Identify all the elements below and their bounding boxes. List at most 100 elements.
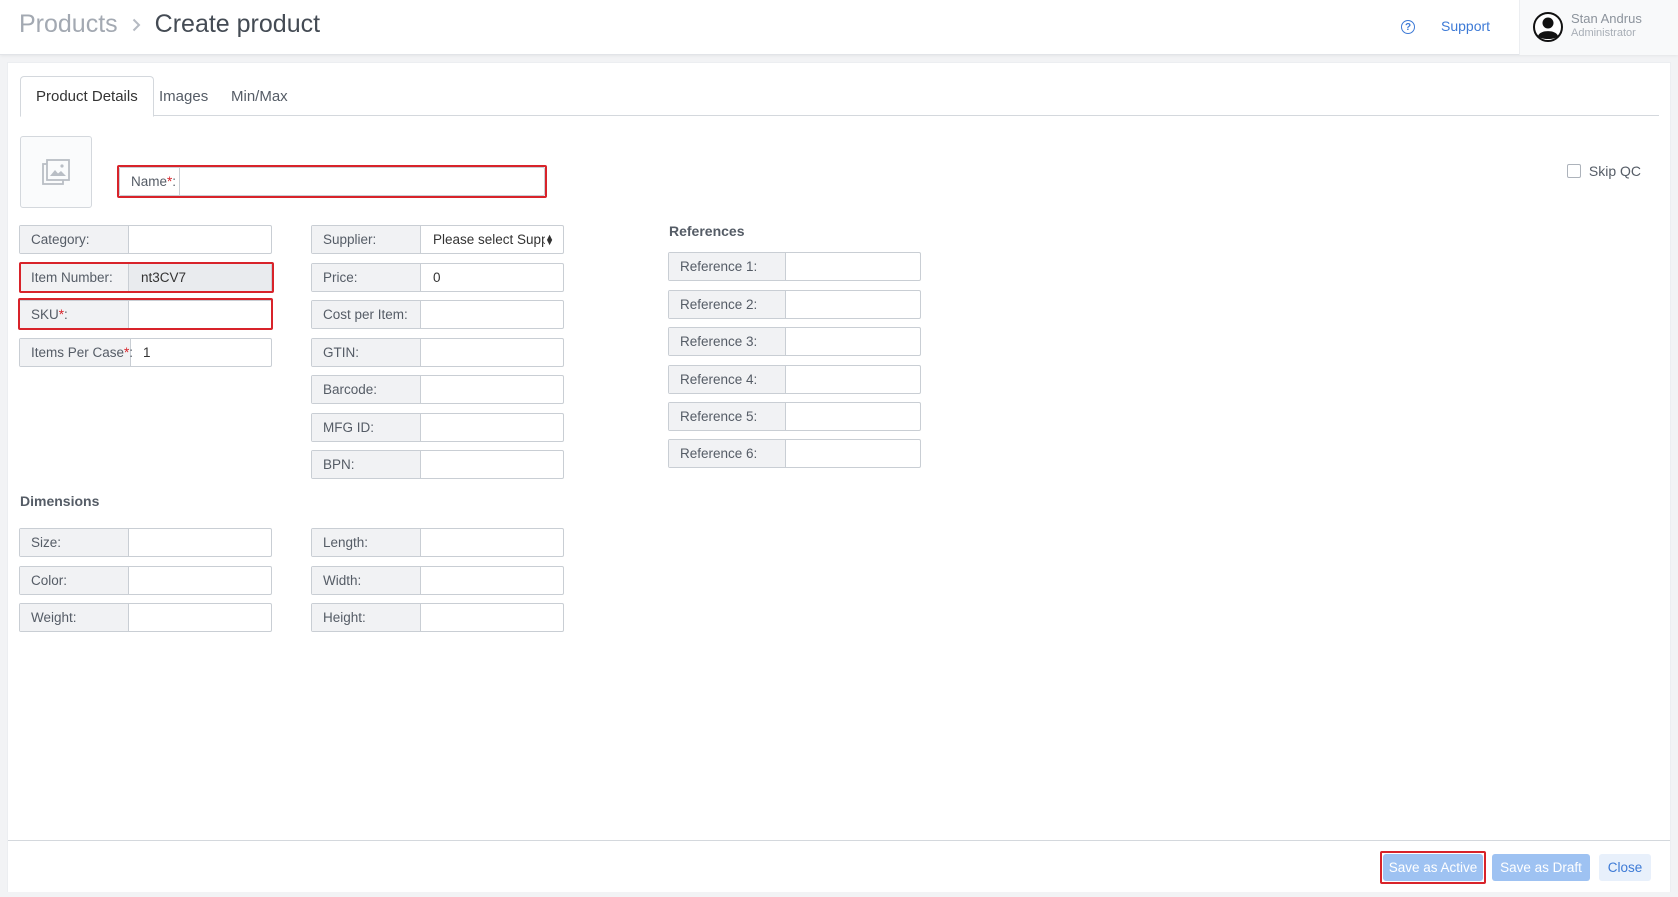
reference-1-field: Reference 1: (668, 252, 921, 281)
reference-5-input[interactable] (786, 403, 920, 430)
breadcrumb: Products Create product (19, 10, 320, 39)
sku-label: SKU (31, 307, 59, 322)
reference-4-label: Reference 4: (669, 366, 786, 393)
required-asterisk: * (124, 345, 130, 360)
items-per-case-field: Items Per Case *: 1 (19, 338, 272, 367)
reference-1-label: Reference 1: (669, 253, 786, 280)
size-field: Size: (19, 528, 272, 557)
height-input[interactable] (421, 604, 563, 631)
supplier-field: Supplier: Please select Supplier ▲▼ (311, 225, 564, 254)
references-heading: References (669, 223, 745, 239)
supplier-label: Supplier: (312, 226, 421, 253)
support-link[interactable]: Support (1441, 18, 1490, 34)
category-label: Category: (20, 226, 129, 253)
items-per-case-input[interactable]: 1 (131, 339, 271, 366)
width-label: Width: (312, 567, 421, 594)
height-field: Height: (311, 603, 564, 632)
price-field: Price: 0 (311, 263, 564, 292)
reference-2-field: Reference 2: (668, 290, 921, 319)
length-label: Length: (312, 529, 421, 556)
price-input[interactable]: 0 (421, 264, 563, 291)
tab-product-details[interactable]: Product Details (20, 76, 154, 117)
weight-field: Weight: (19, 603, 272, 632)
barcode-field: Barcode: (311, 375, 564, 404)
supplier-select[interactable]: Please select Supplier ▲▼ (421, 226, 563, 253)
gtin-input[interactable] (421, 339, 563, 366)
tab-min-max[interactable]: Min/Max (216, 76, 303, 117)
category-field: Category: (19, 225, 272, 254)
breadcrumb-products-link[interactable]: Products (19, 10, 118, 39)
user-avatar-icon (1533, 12, 1563, 42)
bpn-input[interactable] (421, 451, 563, 478)
required-asterisk: * (167, 174, 173, 189)
form-footer: Save as Active Save as Draft Close (8, 840, 1670, 892)
cost-per-item-label: Cost per Item: (312, 301, 421, 328)
height-label: Height: (312, 604, 421, 631)
reference-3-input[interactable] (786, 328, 920, 355)
required-asterisk: * (58, 307, 65, 322)
help-circle-icon[interactable]: ? (1401, 20, 1415, 34)
name-field: Name *: (119, 167, 545, 196)
category-input[interactable] (129, 226, 271, 253)
product-image-upload[interactable] (20, 136, 92, 208)
reference-3-field: Reference 3: (668, 327, 921, 356)
color-label: Color: (20, 567, 129, 594)
close-button[interactable]: Close (1599, 854, 1651, 881)
items-per-case-label: Items Per Case (31, 345, 125, 360)
weight-input[interactable] (129, 604, 271, 631)
bpn-label: BPN: (312, 451, 421, 478)
mfg-id-label: MFG ID: (312, 414, 421, 441)
reference-6-label: Reference 6: (669, 440, 786, 467)
reference-4-input[interactable] (786, 366, 920, 393)
sku-input[interactable] (129, 301, 271, 328)
reference-6-field: Reference 6: (668, 439, 921, 468)
weight-label: Weight: (20, 604, 129, 631)
skip-qc-label: Skip QC (1588, 163, 1641, 179)
item-number-field: Item Number: nt3CV7 (19, 263, 272, 292)
checkbox-box[interactable] (1566, 164, 1581, 178)
save-as-draft-button[interactable]: Save as Draft (1492, 854, 1590, 881)
select-updown-arrow-icon: ▲ ▼ (545, 231, 554, 247)
reference-6-input[interactable] (786, 440, 920, 467)
item-number-input[interactable]: nt3CV7 (129, 264, 271, 291)
skip-qc-checkbox[interactable]: Skip QC (1566, 163, 1641, 179)
length-field: Length: (311, 528, 564, 557)
price-label: Price: (312, 264, 421, 291)
reference-3-label: Reference 3: (669, 328, 786, 355)
image-placeholder-icon (42, 159, 70, 185)
product-form-panel: Product Details Images Min/Max Name *: Sk… (7, 62, 1671, 892)
sku-field: SKU *: (19, 300, 272, 329)
size-input[interactable] (129, 529, 271, 556)
user-menu[interactable]: Stan Andrus Administrator (1519, 0, 1678, 55)
user-role: Administrator (1571, 27, 1636, 39)
reference-1-input[interactable] (786, 253, 920, 280)
width-input[interactable] (421, 567, 563, 594)
reference-2-label: Reference 2: (669, 291, 786, 318)
save-as-active-button[interactable]: Save as Active (1383, 854, 1483, 881)
reference-5-field: Reference 5: (668, 402, 921, 431)
gtin-field: GTIN: (311, 338, 564, 367)
gtin-label: GTIN: (312, 339, 421, 366)
length-input[interactable] (421, 529, 563, 556)
barcode-label: Barcode: (312, 376, 421, 403)
barcode-input[interactable] (421, 376, 563, 403)
cost-per-item-field: Cost per Item: (311, 300, 564, 329)
mfg-id-input[interactable] (421, 414, 563, 441)
item-number-label: Item Number: (20, 264, 129, 291)
reference-4-field: Reference 4: (668, 365, 921, 394)
name-label: Name (131, 174, 168, 189)
size-label: Size: (20, 529, 129, 556)
tab-images[interactable]: Images (144, 76, 223, 117)
tab-bar: Product Details Images Min/Max (20, 76, 1659, 117)
page-title: Create product (154, 10, 321, 38)
cost-per-item-input[interactable] (421, 301, 563, 328)
width-field: Width: (311, 566, 564, 595)
chevron-right-icon (132, 18, 141, 32)
bpn-field: BPN: (311, 450, 564, 479)
dimensions-heading: Dimensions (20, 493, 100, 509)
top-header: Products Create product ? Support Stan A… (0, 0, 1678, 55)
name-input[interactable] (180, 168, 544, 195)
supplier-select-value: Please select Supplier (433, 232, 546, 247)
reference-2-input[interactable] (786, 291, 920, 318)
color-input[interactable] (129, 567, 271, 594)
